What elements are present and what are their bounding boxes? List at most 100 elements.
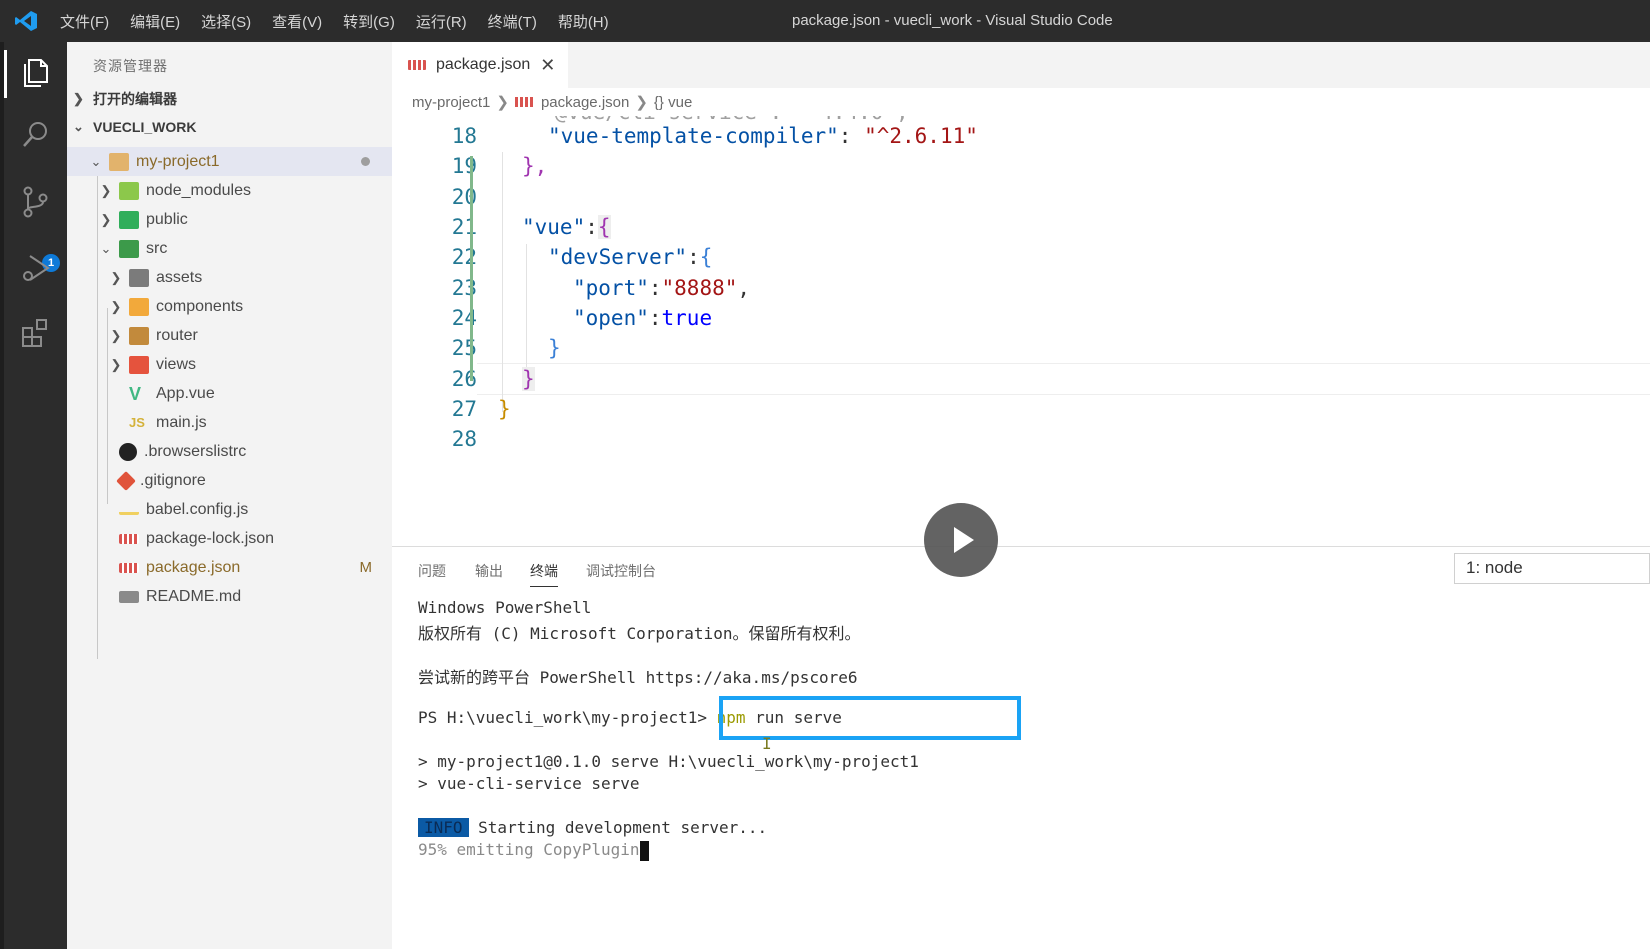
code-line-19: }, [522,154,547,178]
menu-edit[interactable]: 编辑(E) [130,11,180,32]
menu-selection[interactable]: 选择(S) [201,11,251,32]
terminal-select[interactable]: 1: node [1454,553,1650,584]
explorer-sidebar: 资源管理器 ❯ 打开的编辑器 ⌄ VUECLI_WORK ⌄ my-projec… [67,42,392,949]
close-icon[interactable]: ✕ [540,55,555,76]
vscode-logo-icon [15,11,37,31]
tree-item-router[interactable]: ❯ router [67,321,392,350]
tree-item-main-js[interactable]: JS main.js [67,408,392,437]
source-control-icon[interactable] [18,184,54,220]
json-value: "8888" [661,276,738,300]
breadcrumb-item[interactable]: my-project1 [412,94,490,111]
chevron-right-icon: ❯ [110,327,122,343]
vue-file-icon: V [129,383,142,404]
breadcrumb: my-project1 ❯ package.json ❯ {} vue [392,88,1650,116]
tree-item-node-modules[interactable]: ❯ node_modules [67,176,392,205]
tree-item-browserslistrc[interactable]: .browserslistrc [67,437,392,466]
json-key: "port" [573,276,649,300]
editor-tabs: package.json ✕ [392,42,1650,88]
run-debug-icon[interactable] [18,250,54,286]
json-key: "devServer" [548,245,688,269]
tree-item-package-json[interactable]: package.json M [67,553,392,582]
chevron-right-icon: ❯ [110,298,122,314]
tree-label: README.md [146,587,242,605]
info-badge: INFO [418,818,469,837]
tab-output[interactable]: 输出 [475,561,503,581]
code-line-23: "port":"8888", [573,276,751,300]
tab-problems[interactable]: 问题 [418,561,446,581]
code-line-18: "vue-template-compiler": "^2.6.11" [548,124,978,148]
menu-view[interactable]: 查看(V) [272,11,322,32]
extensions-icon[interactable] [18,314,54,350]
chevron-right-icon: ❯ [110,356,122,372]
tree-item-components[interactable]: ❯ components [67,292,392,321]
terminal-text: Starting development server... [468,818,768,837]
terminal-line: 尝试新的跨平台 PowerShell https://aka.ms/pscore… [418,668,858,687]
menu-bar: 文件(F) 编辑(E) 选择(S) 查看(V) 转到(G) 运行(R) 终端(T… [60,0,630,42]
code-line-22: "devServer":{ [548,245,713,269]
tree-label: .browserslistrc [144,442,247,460]
play-icon[interactable] [924,503,998,577]
open-editors-section[interactable]: ❯ 打开的编辑器 [67,86,392,112]
tree-item-src[interactable]: ⌄ src [67,234,392,263]
tree-label: node_modules [146,181,251,199]
open-editors-label: 打开的编辑器 [93,91,177,107]
code-editor[interactable]: "@vue/cli-service": "~4.4.0", 18 19 20 2… [392,116,1650,546]
tree-item-public[interactable]: ❯ public [67,205,392,234]
chevron-right-icon: ❯ [496,94,509,111]
views-folder-icon [129,355,149,374]
bottom-panel: 问题 输出 终端 调试控制台 1: node Windows PowerShel… [392,546,1650,949]
terminal-info-line: INFO Starting development server... [418,818,767,837]
tab-debug-console[interactable]: 调试控制台 [586,561,656,581]
chevron-down-icon: ⌄ [73,119,84,134]
babel-icon [119,505,139,515]
tree-label: package-lock.json [146,529,275,547]
search-icon[interactable] [18,117,54,153]
tree-item-app-vue[interactable]: V App.vue [67,379,392,408]
current-line-highlight [477,363,1650,395]
tree-label: my-project1 [136,152,220,170]
code-line: "@vue/cli-service": "~4.4.0", [542,116,909,124]
tree-item-package-lock[interactable]: package-lock.json [67,524,392,553]
tree-item-readme[interactable]: README.md [67,582,392,611]
indent-guide [502,152,503,412]
terminal-text: 95% emitting CopyPlugin [418,840,640,859]
indent-guide [526,244,527,384]
json-key: "vue-template-compiler" [548,124,839,148]
menu-run[interactable]: 运行(R) [416,11,467,32]
assets-folder-icon [129,268,149,287]
json-value: true [661,306,713,330]
tree-item-gitignore[interactable]: .gitignore [67,466,392,495]
tree-item-babel-config[interactable]: babel.config.js [67,495,392,524]
tree-item-assets[interactable]: ❯ assets [67,263,392,292]
text-cursor-icon: I [762,734,772,753]
json-value: "^2.6.11" [864,124,978,148]
npm-file-icon [514,97,533,107]
active-indicator [4,50,7,98]
menu-terminal[interactable]: 终端(T) [488,11,537,32]
breadcrumb-item[interactable]: {} vue [654,94,692,111]
tree-label: babel.config.js [146,500,249,518]
npm-file-icon [119,533,139,544]
title-bar: 文件(F) 编辑(E) 选择(S) 查看(V) 转到(G) 运行(R) 终端(T… [0,0,1650,42]
tab-terminal[interactable]: 终端 [530,561,558,587]
menu-file[interactable]: 文件(F) [60,11,109,32]
breadcrumb-item[interactable]: package.json [541,94,629,111]
explorer-title: 资源管理器 [93,58,168,74]
tree-item-my-project1[interactable]: ⌄ my-project1 [67,147,392,176]
terminal-cursor [639,840,649,861]
explorer-icon[interactable] [18,54,54,90]
tab-package-json[interactable]: package.json ✕ [392,42,568,88]
components-folder-icon [129,297,149,316]
tree-label: package.json [146,558,241,576]
workspace-section[interactable]: ⌄ VUECLI_WORK [67,114,392,140]
menu-help[interactable]: 帮助(H) [558,11,609,32]
activity-bar: 1 [0,42,67,949]
chevron-right-icon: ❯ [635,94,648,111]
tree-label: router [156,326,198,344]
tree-item-views[interactable]: ❯ views [67,350,392,379]
terminal-line: Windows PowerShell [418,598,592,617]
menu-go[interactable]: 转到(G) [343,11,395,32]
tree-label: main.js [156,413,207,431]
line-number: 28 [451,427,477,451]
terminal-line: 版权所有 (C) Microsoft Corporation。保留所有权利。 [418,624,861,643]
